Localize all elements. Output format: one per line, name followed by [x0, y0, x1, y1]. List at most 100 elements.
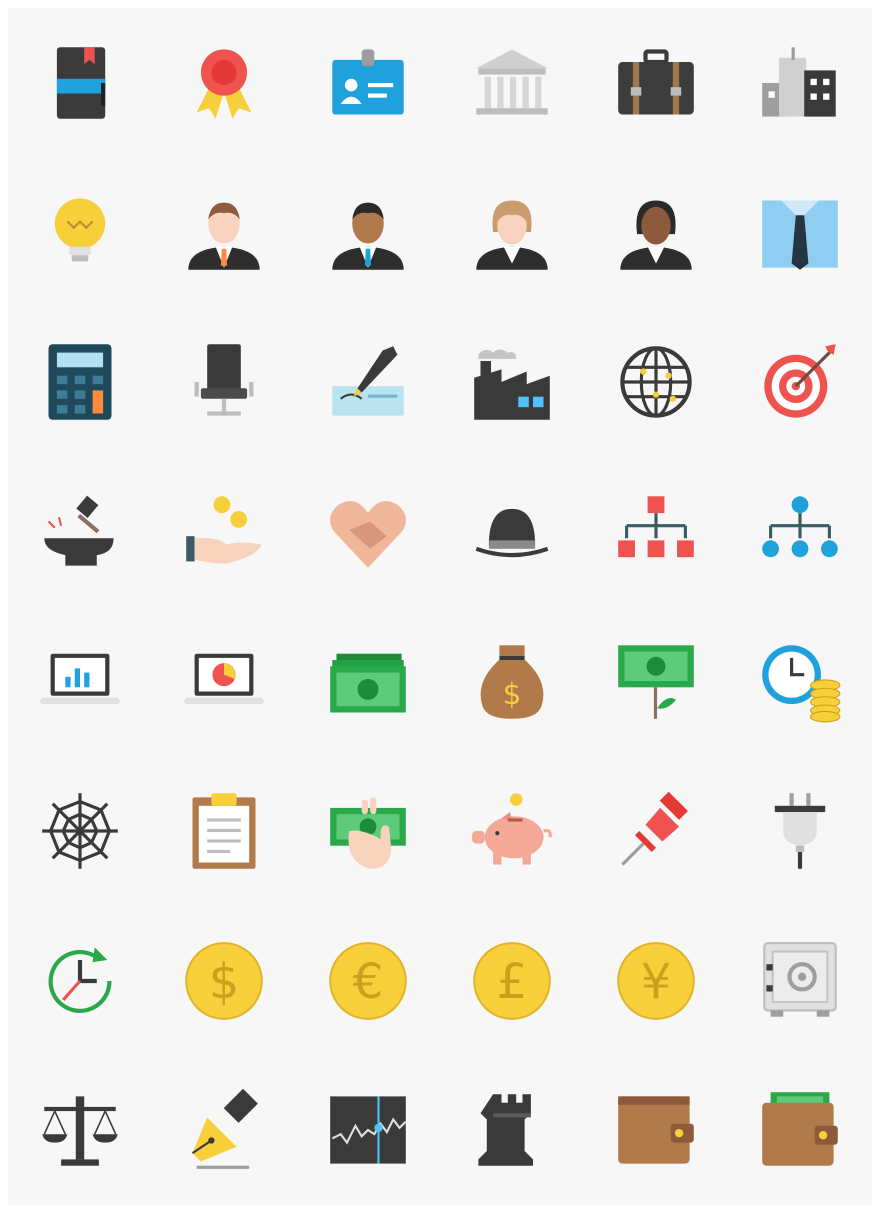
calculator-icon [48, 344, 112, 420]
icon-panel: $ $ € £ ¥ [8, 8, 872, 1205]
icon-cell [296, 307, 440, 457]
shirt-tie-icon [762, 200, 838, 271]
icon-cell [440, 1055, 584, 1205]
icon-cell [296, 457, 440, 607]
dollar-coin-symbol: $ [209, 953, 240, 1009]
icon-cell [584, 457, 728, 607]
icon-cell [728, 8, 872, 158]
city-buildings-icon [762, 47, 836, 117]
icon-cell [584, 307, 728, 457]
icon-cell [8, 756, 152, 906]
stock-chart-icon [330, 1096, 407, 1164]
icon-cell [152, 457, 296, 607]
icon-cell [728, 756, 872, 906]
spider-web-icon [42, 793, 118, 869]
org-chart-circles-icon [762, 495, 838, 557]
yen-coin-symbol: ¥ [641, 953, 672, 1009]
icon-cell: $ [440, 607, 584, 757]
push-pin-icon [621, 791, 688, 866]
clock-coins-icon [762, 645, 841, 723]
icon-cell: £ [440, 906, 584, 1056]
icon-cell [440, 457, 584, 607]
icon-cell [728, 607, 872, 757]
dollar-symbol: $ [503, 677, 522, 711]
factory-icon [474, 349, 550, 420]
icon-cell [152, 307, 296, 457]
businesswoman-icon [476, 200, 548, 271]
pound-coin-icon: £ [473, 941, 551, 1020]
clipboard-icon [192, 793, 256, 869]
scales-icon [42, 1096, 118, 1166]
award-ribbon-icon [196, 49, 252, 119]
icon-cell [8, 607, 152, 757]
org-chart-squares-icon [618, 495, 694, 557]
businessman-icon [188, 203, 260, 271]
anvil-hammer-icon [44, 495, 114, 566]
icon-cell [440, 8, 584, 158]
icon-cell [728, 906, 872, 1056]
target-arrow-icon [764, 344, 836, 418]
icon-cell [584, 607, 728, 757]
icon-cell [728, 457, 872, 607]
euro-coin-icon: € [329, 941, 407, 1020]
icon-grid: $ $ € £ ¥ [8, 8, 872, 1205]
hand-cash-icon [330, 797, 406, 869]
hand-coins-icon [186, 495, 262, 564]
icon-cell: $ [152, 906, 296, 1056]
bowler-hat-icon [475, 508, 549, 557]
icon-cell: ¥ [584, 906, 728, 1056]
icon-cell [440, 158, 584, 308]
icon-cell [8, 158, 152, 308]
icon-cell [440, 307, 584, 457]
id-badge-icon [332, 49, 404, 115]
icon-cell [8, 457, 152, 607]
icon-cell [296, 756, 440, 906]
icon-cell [8, 1055, 152, 1205]
chess-rook-icon [478, 1094, 533, 1166]
icon-cell [584, 8, 728, 158]
icon-cell [584, 158, 728, 308]
money-bag-icon: $ [480, 645, 544, 720]
safe-icon [763, 941, 837, 1017]
dollar-coin-icon: $ [185, 941, 263, 1020]
icon-cell [728, 158, 872, 308]
icon-cell [152, 607, 296, 757]
icon-cell [8, 307, 152, 457]
lightbulb-icon [54, 198, 106, 262]
businesswoman-dark-icon [620, 200, 692, 271]
icon-cell: € [296, 906, 440, 1056]
pound-coin-symbol: £ [497, 953, 528, 1009]
cash-stack-icon [330, 654, 406, 713]
euro-coin-symbol: € [353, 953, 384, 1009]
notebook-icon [56, 47, 106, 119]
icon-cell [296, 607, 440, 757]
icon-cell [728, 307, 872, 457]
icon-cell [296, 158, 440, 308]
signing-check-icon [332, 346, 404, 416]
yen-coin-icon: ¥ [617, 941, 695, 1020]
icon-cell [8, 906, 152, 1056]
icon-cell [584, 756, 728, 906]
piggy-bank-icon [472, 793, 552, 865]
icon-cell [152, 158, 296, 308]
fountain-pen-icon [191, 1088, 258, 1170]
wallet-cash-icon [762, 1092, 838, 1166]
icon-cell [584, 1055, 728, 1205]
icon-cell [152, 8, 296, 158]
icon-cell [440, 756, 584, 906]
icon-cell [152, 1055, 296, 1205]
power-plug-icon [774, 793, 826, 869]
money-plant-icon [618, 645, 694, 720]
icon-cell [8, 8, 152, 158]
icon-cell [296, 8, 440, 158]
office-chair-icon [194, 344, 254, 416]
bank-building-icon [476, 49, 548, 115]
clock-refresh-icon [48, 946, 112, 1013]
handshake-heart-icon [330, 500, 406, 568]
icon-cell [152, 756, 296, 906]
briefcase-icon [618, 49, 694, 115]
wallet-icon [618, 1096, 694, 1164]
businessman-dark-icon [332, 203, 404, 271]
icon-cell [296, 1055, 440, 1205]
icon-cell [728, 1055, 872, 1205]
